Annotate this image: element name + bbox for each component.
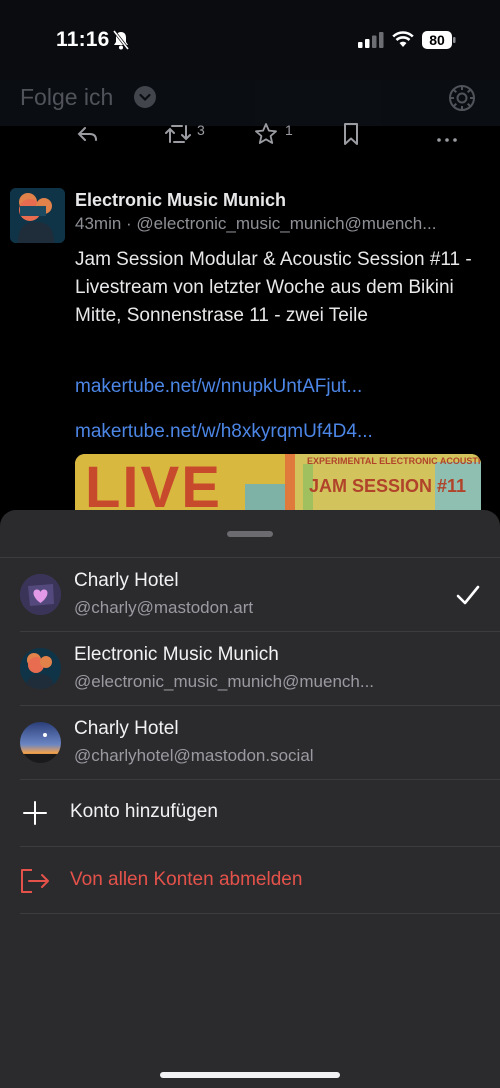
post-actions: 3 1 [0, 118, 500, 148]
wifi-icon [392, 31, 414, 47]
favorite-count: 1 [285, 122, 293, 138]
account-name: Charly Hotel [74, 718, 179, 739]
status-bar: 11:16 80 [0, 0, 500, 80]
account-switcher-sheet: Charly Hotel @charly@mastodon.art Electr… [0, 510, 500, 1088]
sheet-grabber[interactable] [227, 531, 273, 537]
logout-icon [21, 869, 49, 893]
divider [0, 557, 500, 558]
divider [20, 913, 500, 914]
favorite-icon[interactable] [254, 122, 278, 146]
divider [20, 631, 500, 632]
purple-heart-avatar-icon [20, 574, 61, 615]
signal-icon [358, 32, 384, 48]
account-handle: @charlyhotel@mastodon.social [74, 746, 314, 765]
account-name: Electronic Music Munich [74, 644, 279, 665]
post-image[interactable]: LIVE EXPERIMENTAL ELECTRONIC ACOUSTIC JA… [75, 454, 481, 514]
home-indicator[interactable] [160, 1072, 340, 1078]
account-handle: @charly@mastodon.art [74, 598, 254, 617]
divider [20, 846, 500, 847]
status-time: 11:16 [56, 28, 110, 51]
poster-live-text: LIVE [85, 455, 222, 515]
post-meta: 43min · @electronic_music_munich@muench.… [75, 214, 437, 233]
reply-icon[interactable] [76, 122, 98, 146]
divider [20, 705, 500, 706]
electronic-music-munich-logo-icon [10, 188, 65, 243]
account-avatar [20, 574, 61, 615]
poster-title-text: JAM SESSION #11 [309, 476, 467, 496]
boost-icon[interactable] [164, 122, 192, 146]
post-link-1[interactable]: makertube.net/w/nnupkUntAFjut... [75, 376, 362, 398]
divider [20, 779, 500, 780]
bell-slash-icon [112, 30, 130, 50]
post-text: Jam Session Modular & Acoustic Session #… [75, 249, 472, 326]
battery-level: 80 [429, 32, 445, 48]
account-handle: @electronic_music_munich@muench... [74, 672, 375, 691]
logout-all-label: Von allen Konten abmelden [70, 869, 303, 890]
bookmark-icon[interactable] [342, 122, 360, 146]
settings-gear-icon[interactable] [446, 82, 478, 114]
timeline-switch-button[interactable] [134, 86, 156, 108]
electronic-music-munich-avatar-icon [20, 648, 61, 689]
plus-icon [23, 801, 47, 825]
post-author-name[interactable]: Electronic Music Munich [75, 190, 286, 211]
add-account-label: Konto hinzufügen [70, 801, 218, 822]
account-avatar [20, 648, 61, 689]
sunset-avatar-icon [20, 722, 61, 763]
account-avatar [20, 722, 61, 763]
checkmark-icon [456, 585, 480, 605]
post-author-avatar[interactable] [10, 188, 65, 243]
boost-count: 3 [197, 122, 205, 138]
timeline-title[interactable]: Folge ich [20, 84, 113, 111]
poster-subtitle-text: EXPERIMENTAL ELECTRONIC ACOUSTIC [307, 456, 481, 466]
post-link-2[interactable]: makertube.net/w/h8xkyrqmUf4D4... [75, 421, 373, 443]
account-name: Charly Hotel [74, 570, 179, 591]
chevron-down-icon [139, 93, 151, 102]
more-icon[interactable] [436, 122, 458, 146]
